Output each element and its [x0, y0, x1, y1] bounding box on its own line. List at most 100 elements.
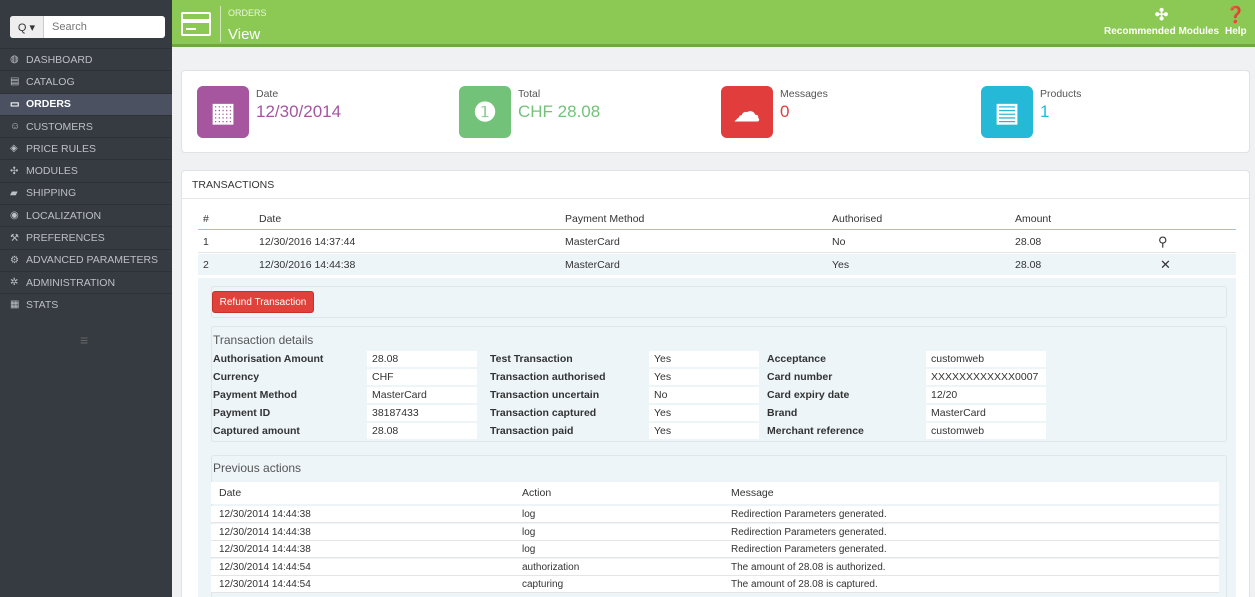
- table-row[interactable]: 2 12/30/2016 14:44:38 MasterCard Yes 28.…: [198, 254, 1236, 275]
- book-icon: ▤: [981, 86, 1033, 138]
- pa-cell-message: Redirection Parameters generated.: [731, 526, 887, 538]
- help-button[interactable]: ❓ Help: [1225, 6, 1247, 37]
- previous-actions-title: Previous actions: [213, 461, 302, 475]
- sidebar-item-label: DASHBOARD: [26, 53, 93, 66]
- dashboard-icon: ◍: [10, 54, 19, 66]
- search-box: Q ▾: [10, 16, 165, 38]
- close-details-icon[interactable]: ✕: [1160, 257, 1171, 273]
- kpi-row: ▦ Date 12/30/2014 ❶ Total CHF 28.08 ☁ Messages 0…: [181, 70, 1250, 153]
- pa-cell-message: The amount of 28.08 is captured.: [731, 579, 878, 590]
- pa-cell-message: Redirection Parameters generated.: [731, 509, 887, 520]
- sidebar-item-label: CATALOG: [26, 75, 75, 88]
- detail-label: Payment Method: [213, 389, 298, 401]
- sidebar-item-label: ORDERS: [26, 98, 71, 111]
- sidebar-item-orders[interactable]: ▭ ORDERS: [0, 92, 172, 115]
- row-date: 12/30/2016 14:44:38: [259, 258, 356, 271]
- detail-label: Transaction authorised: [490, 371, 606, 383]
- detail-label: Card number: [767, 371, 833, 383]
- sidebar-item-administration[interactable]: ✲ ADMINISTRATION: [0, 270, 172, 293]
- sidebar-item-advanced-parameters[interactable]: ⚙ ADVANCED PARAMETERS: [0, 248, 172, 271]
- help-label: Help: [1225, 26, 1247, 37]
- detail-value: 28.08: [367, 351, 477, 367]
- row-date: 12/30/2016 14:37:44: [259, 236, 356, 248]
- globe-icon: ◉: [10, 210, 19, 222]
- pa-cell-date: 12/30/2014 14:44:38: [219, 509, 311, 520]
- table-row[interactable]: 1 12/30/2016 14:37:44 MasterCard No 28.0…: [198, 232, 1236, 253]
- detail-label: Merchant reference: [767, 425, 864, 437]
- kpi-value: 0: [780, 102, 790, 121]
- sidebar-item-preferences[interactable]: ⚒ PREFERENCES: [0, 226, 172, 248]
- detail-value: MasterCard: [926, 405, 1046, 421]
- sidebar-item-label: ADMINISTRATION: [26, 276, 116, 289]
- table-row: 12/30/2014 14:44:54 authorization The amou…: [211, 558, 1219, 576]
- sidebar-item-price-rules[interactable]: ◈ PRICE RULES: [0, 137, 172, 159]
- detail-value: No: [649, 387, 759, 403]
- refund-panel: [211, 286, 1227, 318]
- page-title: View: [228, 26, 261, 43]
- pa-cell-date: 12/30/2014 14:44:54: [219, 561, 311, 573]
- header-divider: [220, 6, 221, 42]
- col-date: Date: [259, 213, 282, 225]
- pa-col-date: Date: [219, 487, 242, 499]
- pa-cell-date: 12/30/2014 14:44:38: [219, 544, 311, 555]
- sidebar-item-label: PRICE RULES: [26, 142, 97, 155]
- pa-col-action: Action: [522, 487, 552, 499]
- sidebar-item-dashboard[interactable]: ◍ DASHBOARD: [0, 48, 172, 70]
- transaction-details-title: Transaction details: [213, 333, 314, 347]
- sidebar-item-catalog[interactable]: ▤ CATALOG: [0, 70, 172, 92]
- cog-icon: ✲: [10, 277, 19, 289]
- customers-icon: ☺: [10, 121, 21, 133]
- pa-cell-action: log: [522, 526, 536, 538]
- detail-label: Transaction paid: [490, 425, 574, 437]
- pa-cell-message: The amount of 28.08 is authorized.: [731, 561, 886, 573]
- sidebar-item-label: MODULES: [26, 165, 78, 178]
- sidebar-item-customers[interactable]: ☺ CUSTOMERS: [0, 114, 172, 137]
- search-type-button[interactable]: Q ▾: [10, 16, 44, 38]
- table-row: 12/30/2014 14:44:54 capturing The amount o…: [211, 576, 1219, 593]
- pa-cell-message: Redirection Parameters generated.: [731, 544, 887, 555]
- search-input[interactable]: [44, 17, 159, 37]
- detail-value: 12/20: [926, 387, 1046, 403]
- sidebar-item-modules[interactable]: ✣ MODULES: [0, 159, 172, 181]
- col-number: #: [203, 213, 209, 225]
- transactions-heading: TRANSACTIONS: [182, 171, 1249, 199]
- table-row: 12/30/2014 14:44:38 log Redirection Parame…: [211, 523, 1219, 541]
- sidebar-item-shipping[interactable]: ▰ SHIPPING: [0, 181, 172, 204]
- row-amount: 28.08: [1015, 258, 1042, 271]
- transactions-panel: TRANSACTIONS # Date Payment Method Autho…: [181, 170, 1250, 597]
- wrench-icon: ⚒: [10, 232, 19, 244]
- detail-label: Payment ID: [213, 407, 271, 419]
- sidebar-item-label: ADVANCED PARAMETERS: [26, 254, 159, 267]
- sidebar-item-label: SHIPPING: [26, 187, 77, 200]
- truck-icon: ▰: [10, 187, 18, 199]
- detail-value: customweb: [926, 351, 1046, 367]
- row-number: 2: [203, 258, 209, 271]
- detail-label: Test Transaction: [490, 353, 573, 365]
- row-authorised: No: [832, 236, 846, 248]
- detail-label: Transaction uncertain: [490, 389, 600, 401]
- sidebar-item-stats[interactable]: ▦ STATS: [0, 293, 172, 315]
- sidebar-nav: ◍ DASHBOARD ▤ CATALOG ▭ ORDERS ☺ CUSTOMERS ◈ PRIC…: [0, 48, 172, 316]
- pa-cell-action: log: [522, 544, 536, 555]
- table-row: 12/30/2014 14:44:38 log Redirection Parame…: [211, 541, 1219, 558]
- collapse-menu-icon[interactable]: ≡: [80, 332, 88, 348]
- transactions-table-header: # Date Payment Method Authorised Amount: [198, 209, 1236, 230]
- view-details-icon[interactable]: ⚲: [1158, 234, 1168, 250]
- recommended-modules-label: Recommended Modules: [1104, 26, 1220, 37]
- recommended-modules-button[interactable]: ✣ Recommended Modules: [1104, 6, 1219, 37]
- detail-label: Transaction captured: [490, 407, 597, 419]
- cogs-icon: ⚙: [10, 254, 19, 266]
- breadcrumb[interactable]: ORDERS: [228, 8, 267, 18]
- detail-value: Yes: [649, 405, 759, 421]
- sidebar-item-localization[interactable]: ◉ LOCALIZATION: [0, 204, 172, 226]
- pa-cell-date: 12/30/2014 14:44:54: [219, 579, 311, 590]
- row-payment-method: MasterCard: [565, 236, 620, 248]
- detail-value: 38187433: [367, 405, 477, 421]
- sidebar: Q ▾ ◍ DASHBOARD ▤ CATALOG ▭ ORDERS ☺ CUSTOMERS ◈…: [0, 0, 172, 597]
- kpi-label: Messages: [780, 88, 828, 100]
- kpi-label: Date: [256, 88, 279, 100]
- kpi-value: CHF 28.08: [518, 102, 601, 121]
- sidebar-item-label: LOCALIZATION: [26, 209, 102, 222]
- orders-icon: ▭: [10, 98, 20, 110]
- refund-transaction-button[interactable]: Refund Transaction: [212, 291, 314, 313]
